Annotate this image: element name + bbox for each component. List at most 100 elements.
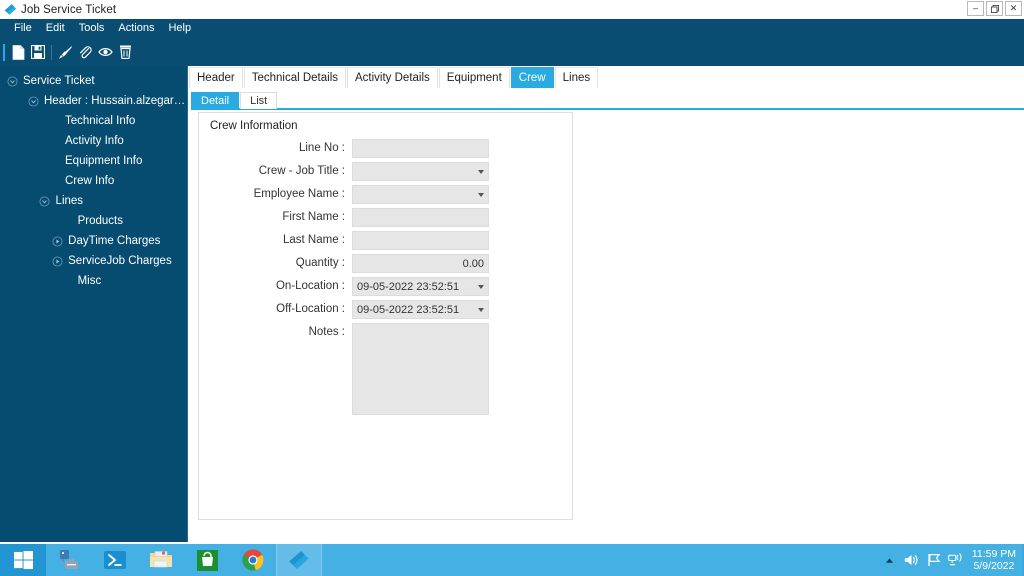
save-button[interactable] <box>28 41 48 63</box>
tree-node[interactable]: DayTime Charges <box>0 231 187 251</box>
clock-time: 11:59 PM <box>971 548 1016 560</box>
form-row: Last Name : <box>199 231 574 254</box>
taskbar-item-store[interactable] <box>184 544 230 576</box>
form-row: On-Location : 09-05-2022 23:52:51 <box>199 277 574 300</box>
tree-node[interactable]: ServiceJob Charges <box>0 251 187 271</box>
eye-icon[interactable] <box>95 41 115 63</box>
quantity-field[interactable]: 0.00 <box>352 254 489 273</box>
menu-item-actions[interactable]: Actions <box>111 19 161 38</box>
off-location-datetime[interactable]: 09-05-2022 23:52:51 <box>352 300 489 319</box>
menu-item-tools[interactable]: Tools <box>72 19 112 38</box>
chevron-down-icon[interactable] <box>478 192 484 197</box>
window-title: Job Service Ticket <box>21 3 117 16</box>
on-location-datetime[interactable]: 09-05-2022 23:52:51 <box>352 277 489 296</box>
form-row: First Name : <box>199 208 574 231</box>
tree-node[interactable]: Products <box>0 211 187 231</box>
form-row: Crew - Job Title : <box>199 162 574 185</box>
form-row: Quantity : 0.00 <box>199 254 574 277</box>
chevron-up-icon[interactable] <box>879 544 901 576</box>
minimize-button[interactable]: – <box>967 1 984 16</box>
on-location-datetime-value: 09-05-2022 23:52:51 <box>357 280 460 293</box>
tree-node[interactable]: Equipment Info <box>0 151 187 171</box>
tree-node[interactable]: Technical Info <box>0 111 187 131</box>
tab-lines[interactable]: Lines <box>554 67 599 88</box>
quantity-field-label: Quantity : <box>295 257 345 269</box>
subtab-detail[interactable]: Detail <box>191 92 240 109</box>
first-name-field[interactable] <box>352 208 489 227</box>
content-area: Header Technical Details Activity Details E… <box>189 66 1024 542</box>
form-row: Off-Location : 09-05-2022 23:52:51 <box>199 300 574 323</box>
tree-node-label: Activity Info <box>65 135 124 147</box>
tree-node[interactable]: Activity Info <box>0 131 187 151</box>
collapse-icon[interactable] <box>26 94 40 108</box>
last-name-field[interactable] <box>352 231 489 250</box>
application-window: Job Service Ticket – ✕ File Edit Tools Acti… <box>0 0 1024 576</box>
subtab-list[interactable]: List <box>240 92 278 109</box>
restore-button[interactable] <box>986 1 1003 16</box>
form-rows: Line No : Crew - Job Title : Employee Name… <box>199 139 574 419</box>
crew-job-title-select-label: Crew - Job Title : <box>258 165 345 177</box>
taskbar-clock[interactable]: 11:59 PM 5/9/2022 <box>972 548 1018 572</box>
on-location-datetime-label: On-Location : <box>275 280 345 292</box>
line-no-field[interactable] <box>352 139 489 158</box>
flag-icon[interactable] <box>923 544 945 576</box>
start-button[interactable] <box>0 544 46 576</box>
tree-node[interactable]: Header : Hussain.alzegarti01022… <box>0 91 187 111</box>
system-tray: 11:59 PM 5/9/2022 <box>879 544 1024 576</box>
trash-icon[interactable] <box>115 41 135 63</box>
menu-item-file[interactable]: File <box>7 19 39 38</box>
tree-node[interactable]: Misc <box>0 271 187 291</box>
tree-node-label: Technical Info <box>65 115 136 127</box>
chevron-down-icon[interactable] <box>478 284 484 289</box>
main-tabstrip: Header Technical Details Activity Details E… <box>189 66 1024 88</box>
taskbar-item-chrome[interactable] <box>230 544 276 576</box>
tab-crew[interactable]: Crew <box>510 67 554 88</box>
tab-header[interactable]: Header <box>189 67 243 88</box>
taskbar-item-file-explorer[interactable] <box>138 544 184 576</box>
last-name-field-label: Last Name : <box>283 234 345 246</box>
tree-node-label: Products <box>77 215 123 227</box>
tree-node[interactable]: Crew Info <box>0 171 187 191</box>
collapse-icon[interactable] <box>5 74 19 88</box>
tree-node-label: ServiceJob Charges <box>68 255 172 267</box>
first-name-field-label: First Name : <box>282 211 345 223</box>
line-no-field-label: Line No : <box>298 142 345 154</box>
sidebar-tree: Service Ticket Header : Hussain.alzegarti… <box>0 66 188 542</box>
tree-node-label: Lines <box>55 195 84 207</box>
tree-node-label: Misc <box>77 275 102 287</box>
chevron-down-icon[interactable] <box>478 307 484 312</box>
quantity-field-value: 0.00 <box>462 257 484 270</box>
volume-icon[interactable] <box>901 544 923 576</box>
form-row: Employee Name : <box>199 185 574 208</box>
taskbar-item-powershell[interactable] <box>92 544 138 576</box>
network-icon[interactable] <box>945 544 967 576</box>
taskbar: 11:59 PM 5/9/2022 <box>0 544 1024 576</box>
notes-textarea[interactable] <box>352 323 489 415</box>
brush-icon[interactable] <box>55 41 75 63</box>
close-button[interactable]: ✕ <box>1005 1 1022 16</box>
menu-item-edit[interactable]: Edit <box>39 19 72 38</box>
new-button[interactable] <box>8 41 28 63</box>
taskbar-item-job-service-ticket[interactable] <box>276 544 322 576</box>
expand-icon[interactable] <box>50 254 64 268</box>
chevron-down-icon[interactable] <box>478 169 484 174</box>
crew-job-title-select[interactable] <box>352 162 489 181</box>
tree-node[interactable]: Lines <box>0 191 187 211</box>
expand-icon[interactable] <box>50 234 64 248</box>
tree-node-label: Service Ticket <box>23 75 95 87</box>
tab-activity-details[interactable]: Activity Details <box>347 67 438 88</box>
sub-tabstrip: Detail List <box>191 91 1024 109</box>
employee-name-select[interactable] <box>352 185 489 204</box>
toolbar-separator <box>51 44 52 60</box>
menu-item-help[interactable]: Help <box>161 19 198 38</box>
tab-technical-details[interactable]: Technical Details <box>243 67 347 88</box>
paperclip-icon[interactable] <box>75 41 95 63</box>
tab-equipment[interactable]: Equipment <box>438 67 510 88</box>
collapse-icon[interactable] <box>38 194 52 208</box>
taskbar-item-server-tools[interactable] <box>46 544 92 576</box>
menu-bar: File Edit Tools Actions Help <box>0 19 1024 38</box>
form-row: Line No : <box>199 139 574 162</box>
tree-node[interactable]: Service Ticket <box>0 71 187 91</box>
toolbar-accent <box>3 43 5 61</box>
title-bar: Job Service Ticket – ✕ <box>0 0 1024 19</box>
